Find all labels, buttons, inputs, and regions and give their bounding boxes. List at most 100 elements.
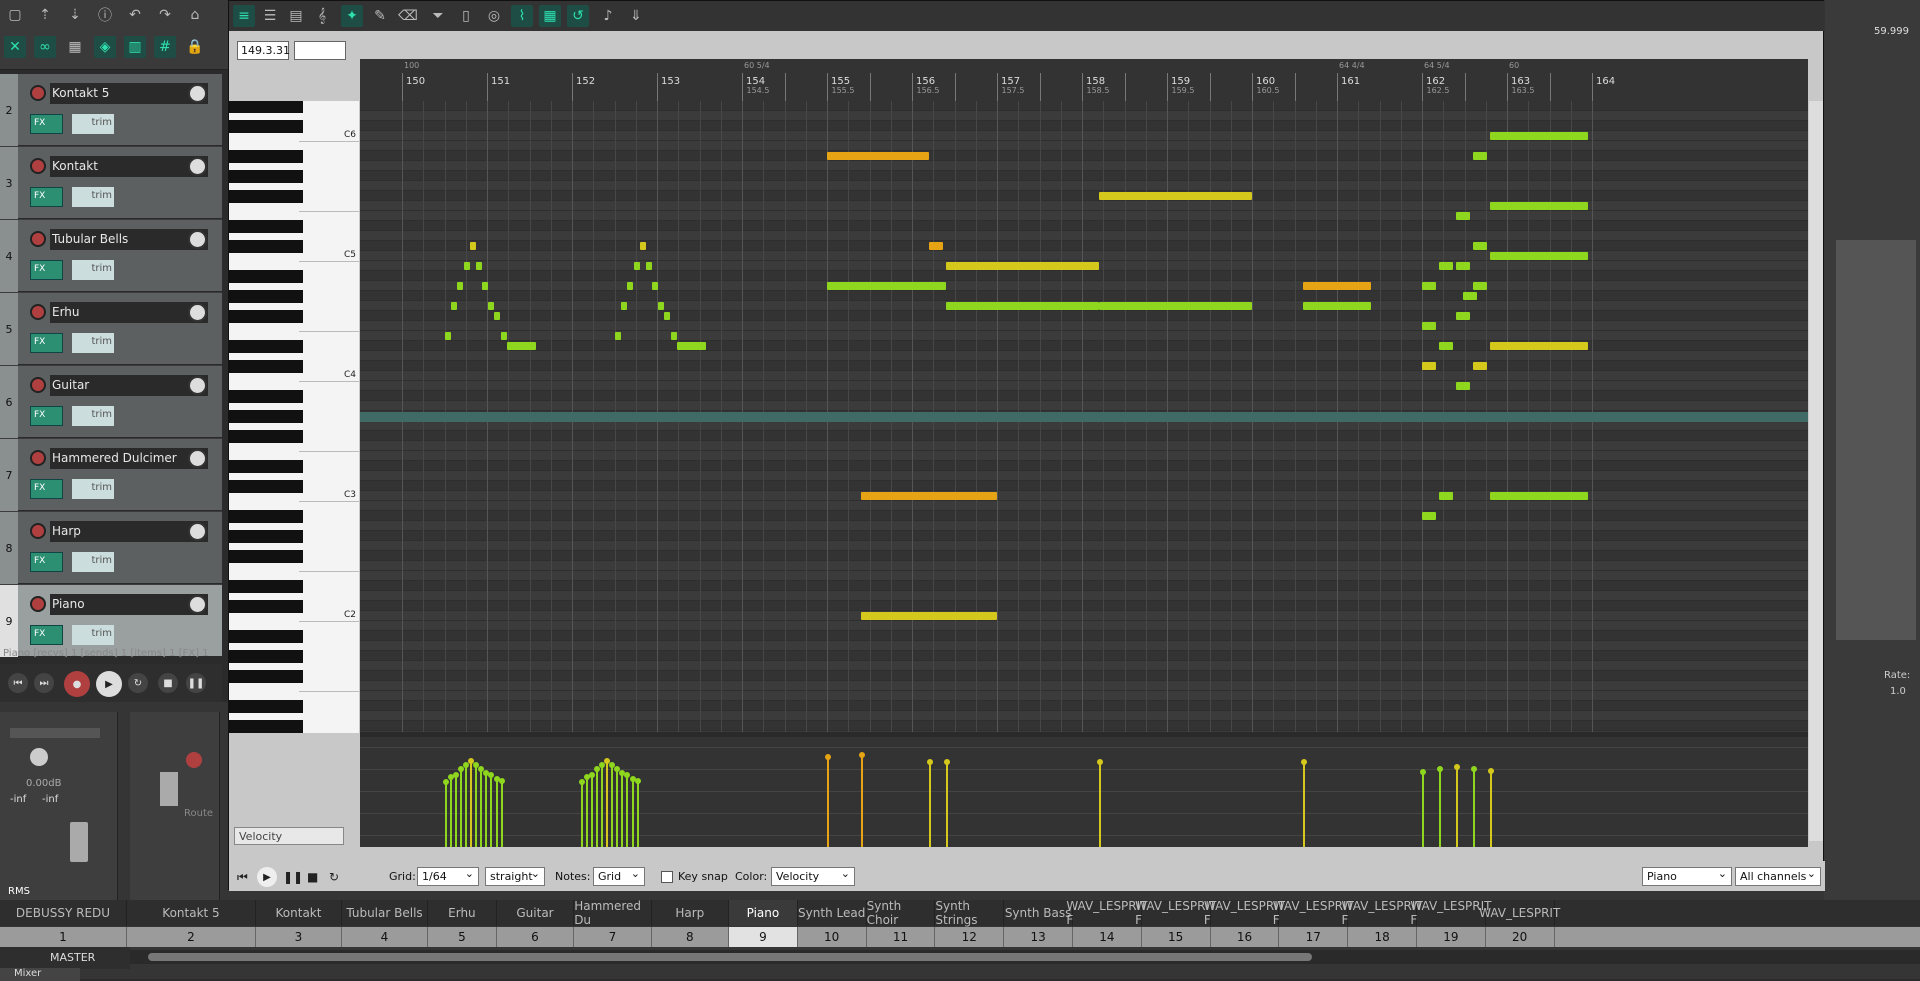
zoom-icon[interactable]: ◎ [483, 5, 505, 27]
trim-button[interactable]: trim [72, 114, 114, 134]
timeline-ruler[interactable]: 150 100 151 152 153 154 60 5/4 154.5 155 155.5 156… [360, 59, 1808, 101]
stamp-icon[interactable]: ⇓ [625, 5, 647, 27]
velocity-handle[interactable] [927, 759, 933, 765]
position-field[interactable]: 149.3.31 [237, 41, 290, 60]
volume-knob[interactable] [188, 522, 207, 541]
midi-note[interactable] [481, 282, 488, 290]
mixer-track-number[interactable]: 12 [935, 927, 1005, 947]
trim-button[interactable]: trim [72, 406, 114, 426]
track-row[interactable]: 6 Guitar FX trim [0, 366, 222, 438]
velocity-handle[interactable] [588, 772, 595, 778]
mixer-track-tab[interactable]: WAV_LESPRIT F [1135, 899, 1216, 927]
filter-icon[interactable]: ⏷ [427, 5, 449, 27]
mixer-track-tab[interactable]: WAV_LESPRIT F [1204, 899, 1285, 927]
volume-knob[interactable] [188, 449, 207, 468]
mixer-track-number[interactable]: 9 [729, 927, 798, 947]
fx-button[interactable]: FX [30, 187, 63, 207]
track-row[interactable]: 3 Kontakt FX trim [0, 147, 222, 219]
mixer-track-number[interactable]: 17 [1279, 927, 1349, 947]
velocity-handle[interactable] [634, 778, 641, 784]
velocity-bar[interactable] [1471, 766, 1477, 847]
velocity-bar[interactable] [478, 766, 485, 847]
velocity-bar[interactable] [927, 759, 933, 847]
velocity-bar[interactable] [1437, 766, 1443, 847]
midi-note[interactable] [634, 262, 641, 270]
lane-select[interactable]: Velocity [234, 827, 344, 845]
midi-note[interactable] [1490, 342, 1588, 350]
record-arm-icon[interactable] [30, 85, 46, 101]
channel-select[interactable]: All channels [1735, 867, 1821, 886]
undo-icon[interactable]: ↶ [124, 4, 146, 26]
mixer-track-tab[interactable]: Synth Bass [1004, 900, 1073, 926]
midi-note[interactable] [500, 332, 507, 340]
stop-button[interactable]: ■ [158, 673, 178, 693]
velocity-handle[interactable] [859, 752, 865, 758]
loop-icon[interactable]: ↻ [329, 870, 339, 884]
piano-keyboard[interactable]: C6 C5 C4 C3 C2 [229, 101, 359, 733]
notes-select[interactable]: Grid [593, 867, 645, 886]
midi-note[interactable] [1473, 152, 1488, 160]
track-name[interactable]: Piano [50, 594, 208, 615]
mixer-track-number[interactable]: 16 [1211, 927, 1280, 947]
velocity-bar[interactable] [1488, 768, 1494, 847]
midi-note[interactable] [1456, 262, 1471, 270]
go-start-icon[interactable]: ⏮ [237, 870, 248, 885]
fx-button[interactable]: FX [30, 479, 63, 499]
trim-button[interactable]: trim [72, 333, 114, 353]
black-key[interactable] [229, 700, 303, 713]
volume-knob[interactable] [188, 376, 207, 395]
black-key[interactable] [229, 101, 303, 113]
mixer-track-number[interactable]: 14 [1073, 927, 1142, 947]
mixer-track-tab[interactable]: Erhu [428, 900, 497, 926]
midi-note[interactable] [946, 262, 1099, 270]
mixer-track-number[interactable]: 1 [0, 927, 127, 947]
black-key[interactable] [229, 600, 303, 613]
midi-note[interactable] [1473, 242, 1488, 250]
black-key[interactable] [229, 290, 303, 303]
velocity-bar[interactable] [442, 779, 449, 847]
mixer-track-number[interactable]: 19 [1417, 927, 1486, 947]
view-icon[interactable]: ≡ [233, 5, 255, 27]
volume-knob[interactable] [188, 157, 207, 176]
velocity-handle[interactable] [944, 759, 950, 765]
black-key[interactable] [229, 410, 303, 423]
note-grid[interactable] [360, 101, 1808, 733]
mixer-track-tab[interactable]: WAV_LESPRIT F [1066, 899, 1147, 927]
velocity-handle[interactable] [452, 772, 459, 778]
mixer-track-tab[interactable]: Guitar [497, 900, 575, 926]
mixer-track-number[interactable]: 7 [574, 927, 652, 947]
midi-note[interactable] [1490, 202, 1588, 210]
velocity-bar[interactable] [629, 776, 636, 847]
link-icon[interactable]: ∞ [34, 36, 56, 58]
group-icon[interactable]: ◈ [94, 36, 116, 58]
mixer-track-number[interactable]: 8 [652, 927, 729, 947]
midi-note[interactable] [946, 302, 1099, 310]
velocity-bar[interactable] [447, 774, 454, 847]
mixer-track-number[interactable]: 5 [428, 927, 497, 947]
route-label[interactable]: Route [184, 808, 213, 819]
mixer-scrollbar-thumb[interactable] [148, 953, 1312, 961]
black-key[interactable] [229, 530, 303, 543]
midi-note[interactable] [1490, 132, 1588, 140]
velocity-handle[interactable] [578, 779, 585, 785]
midi-note[interactable] [929, 242, 944, 250]
erase-icon[interactable]: ⌫ [397, 5, 419, 27]
midi-note[interactable] [464, 262, 471, 270]
velocity-bar[interactable] [619, 770, 626, 847]
play-button[interactable]: ▶ [96, 671, 122, 697]
velocity-bar[interactable] [457, 766, 464, 847]
mixer-track-tab[interactable]: WAV_LESPRIT F [1410, 899, 1491, 927]
mixer-track-tab[interactable]: Hammered Du [574, 899, 652, 927]
redo-icon[interactable]: ↷ [154, 4, 176, 26]
velocity-bar[interactable] [493, 776, 500, 847]
midi-note[interactable] [451, 302, 458, 310]
velocity-bar[interactable] [593, 766, 600, 847]
pause-button[interactable]: ❚❚ [186, 673, 206, 693]
volume-knob[interactable] [188, 230, 207, 249]
black-key[interactable] [229, 240, 303, 253]
info-icon[interactable]: ⓘ [94, 4, 116, 26]
midi-note[interactable] [861, 612, 997, 620]
pan-knob[interactable] [30, 748, 48, 766]
record-arm-icon[interactable] [30, 523, 46, 539]
velocity-lane[interactable] [360, 737, 1808, 847]
